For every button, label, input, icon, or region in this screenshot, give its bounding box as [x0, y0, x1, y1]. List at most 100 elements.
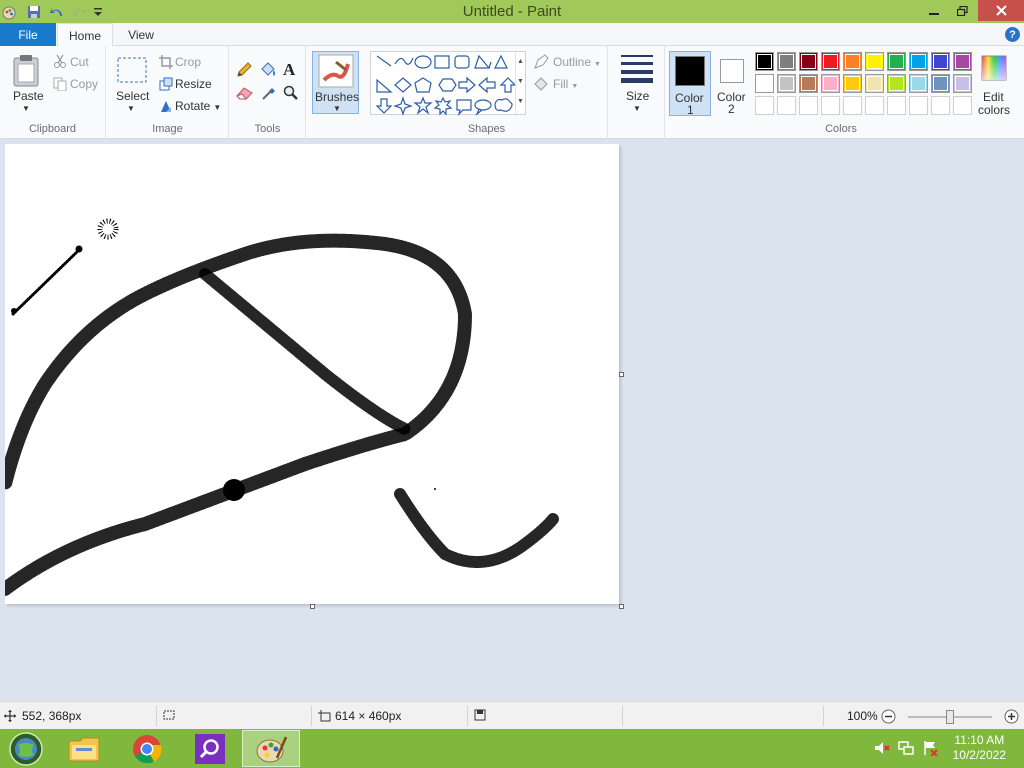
palette-swatch[interactable]: [843, 74, 862, 93]
zoom-slider-thumb[interactable]: [946, 710, 954, 724]
help-icon[interactable]: ?: [1005, 27, 1020, 42]
minimize-button[interactable]: [920, 0, 948, 21]
color2-swatch: [720, 59, 744, 83]
paste-label[interactable]: Paste: [13, 89, 44, 103]
chrome-icon: [133, 734, 162, 763]
eraser-icon[interactable]: [236, 86, 254, 103]
palette-swatch[interactable]: [953, 74, 972, 93]
palette-swatch[interactable]: [931, 52, 950, 71]
palette-swatch[interactable]: [799, 52, 818, 71]
resize-button[interactable]: Resize: [175, 77, 212, 91]
palette-custom-slot[interactable]: [799, 96, 818, 115]
taskbar-search-app[interactable]: [181, 730, 239, 767]
palette-swatch[interactable]: [887, 52, 906, 71]
palette-swatch[interactable]: [755, 52, 774, 71]
edit-colors-icon[interactable]: [981, 55, 1007, 84]
size-label[interactable]: Size: [626, 89, 649, 103]
network-icon[interactable]: [898, 740, 914, 759]
size-group: Size ▼: [609, 46, 665, 139]
fill-button[interactable]: Fill ▼: [553, 77, 578, 91]
volume-muted-icon[interactable]: [874, 740, 890, 759]
palette-custom-slot[interactable]: [887, 96, 906, 115]
close-button[interactable]: [978, 0, 1024, 21]
colors-group-label: Colors: [825, 123, 857, 135]
brushes-button[interactable]: Brushes ▼: [312, 51, 359, 114]
paste-dropdown-icon[interactable]: ▼: [22, 104, 30, 113]
crop-button[interactable]: Crop: [175, 55, 201, 69]
palette-custom-slot[interactable]: [953, 96, 972, 115]
palette-swatch[interactable]: [887, 74, 906, 93]
tools-group-label: Tools: [254, 123, 281, 135]
canvas-resize-handle-right[interactable]: [619, 372, 624, 377]
system-clock[interactable]: 11:10 AM 10/2/2022: [953, 733, 1006, 763]
size-dropdown-icon[interactable]: ▼: [633, 104, 641, 113]
start-button[interactable]: [0, 730, 52, 767]
palette-custom-slot[interactable]: [931, 96, 950, 115]
selection-size-icon: [163, 710, 175, 720]
palette-swatch[interactable]: [755, 74, 774, 93]
color1-button[interactable]: Color 1: [669, 51, 711, 117]
edit-colors-label-2[interactable]: colors: [978, 103, 1010, 117]
rotate-button[interactable]: Rotate ▼: [175, 99, 221, 113]
palette-custom-slot[interactable]: [843, 96, 862, 115]
canvas-resize-handle-bottom[interactable]: [310, 604, 315, 609]
paste-icon: [13, 55, 39, 87]
pencil-icon[interactable]: [236, 62, 252, 81]
color2-button[interactable]: Color 2: [713, 51, 753, 116]
magnifier-icon[interactable]: [283, 85, 299, 104]
select-icon[interactable]: [117, 57, 147, 86]
palette-swatch[interactable]: [799, 74, 818, 93]
zoom-out-button[interactable]: [881, 709, 896, 724]
select-button[interactable]: Select: [116, 89, 149, 103]
palette-swatch[interactable]: [821, 74, 840, 93]
palette-swatch[interactable]: [909, 74, 928, 93]
select-dropdown-icon[interactable]: ▼: [127, 104, 135, 113]
rotate-dropdown-icon: ▼: [213, 103, 222, 112]
rotate-label: Rotate: [175, 99, 211, 113]
text-tool-icon[interactable]: A: [283, 60, 295, 80]
clipboard-group: Paste ▼ Cut Copy Clipboard: [0, 46, 106, 139]
palette-swatch[interactable]: [821, 52, 840, 71]
palette-custom-slot[interactable]: [755, 96, 774, 115]
drawing-canvas[interactable]: [0, 144, 619, 604]
canvas-resize-handle-corner[interactable]: [619, 604, 624, 609]
color-picker-icon[interactable]: [261, 85, 277, 104]
action-center-icon[interactable]: [922, 740, 938, 759]
palette-swatch[interactable]: [843, 52, 862, 71]
tab-home[interactable]: Home: [57, 23, 113, 47]
shapes-group-label: Shapes: [467, 123, 506, 135]
palette-swatch[interactable]: [865, 74, 884, 93]
canvas-size-icon: [318, 710, 331, 722]
palette-swatch[interactable]: [909, 52, 928, 71]
taskbar-paint[interactable]: [242, 730, 300, 767]
title-bar: Untitled - Paint: [0, 0, 1024, 23]
edit-colors-label[interactable]: Edit: [983, 90, 1004, 104]
shapes-scroll[interactable]: ▲ ▼ ▼: [515, 52, 525, 116]
shapes-gallery-icons[interactable]: [371, 52, 527, 116]
status-separator: [311, 706, 312, 726]
color-palette: [755, 52, 973, 116]
restore-button[interactable]: [948, 0, 976, 21]
taskbar-file-explorer[interactable]: [55, 730, 113, 767]
palette-swatch[interactable]: [865, 52, 884, 71]
close-icon: [995, 5, 1007, 16]
size-icon: [621, 55, 653, 83]
paste-button[interactable]: [12, 54, 42, 91]
palette-custom-slot[interactable]: [777, 96, 796, 115]
tab-file[interactable]: File: [0, 23, 56, 46]
palette-swatch[interactable]: [953, 52, 972, 71]
tab-view[interactable]: View: [115, 23, 167, 47]
palette-swatch[interactable]: [931, 74, 950, 93]
palette-custom-slot[interactable]: [909, 96, 928, 115]
outline-button[interactable]: Outline ▼: [553, 55, 601, 69]
size-button[interactable]: [620, 53, 654, 86]
palette-swatch[interactable]: [777, 52, 796, 71]
taskbar-chrome[interactable]: [118, 730, 176, 767]
palette-custom-slot[interactable]: [865, 96, 884, 115]
palette-custom-slot[interactable]: [821, 96, 840, 115]
zoom-in-button[interactable]: [1004, 709, 1019, 724]
copy-button[interactable]: Copy: [70, 77, 98, 91]
fill-bucket-icon[interactable]: [259, 62, 277, 81]
palette-swatch[interactable]: [777, 74, 796, 93]
cut-button[interactable]: Cut: [70, 55, 89, 69]
